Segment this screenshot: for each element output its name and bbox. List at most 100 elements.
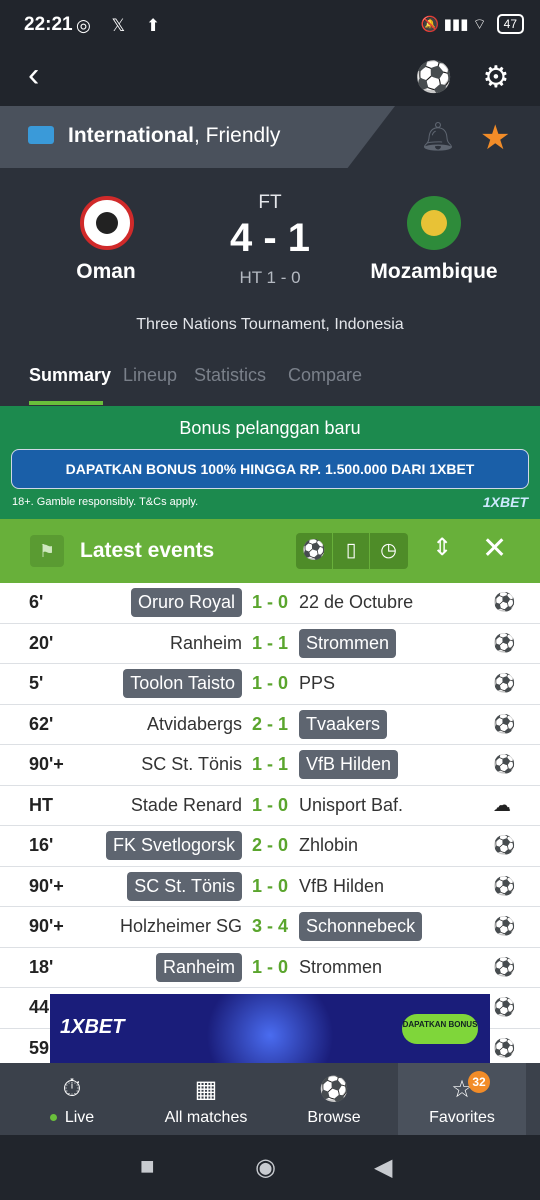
latest-events-title: Latest events (80, 539, 215, 562)
notification-icons: ◎ 𝕏 ⬆ (76, 16, 169, 35)
tab-statistics[interactable]: Statistics (194, 365, 266, 386)
tab-summary[interactable]: Summary (29, 365, 111, 386)
event-home-team: Oruro Royal (130, 588, 242, 617)
tab-compare[interactable]: Compare (288, 365, 362, 386)
event-filter-group: ⚽ ▯ ◷ (296, 533, 408, 569)
event-minute: 20' (29, 632, 54, 653)
away-team-logo[interactable] (407, 196, 461, 250)
event-minute: 18' (29, 956, 54, 977)
ad-brand-logo: 1XBET (60, 1016, 125, 1038)
event-row[interactable]: 90'+ Holzheimer SG 3 - 4 Schonnebeck ⚽ (0, 907, 540, 948)
ball-icon: ⚽ (493, 713, 516, 734)
event-row[interactable]: 5' Toolon Taisto 1 - 0 PPS ⚽ (0, 664, 540, 705)
event-home-team: Toolon Taisto (123, 669, 242, 698)
ball-icon: ⚽ (493, 754, 516, 774)
league-name[interactable]: International, Friendly (68, 124, 280, 148)
event-score: 2 - 0 (251, 835, 289, 855)
nav-favorites[interactable]: ☆ Favorites 32 (398, 1063, 526, 1135)
star-icon[interactable]: ★ (480, 118, 510, 158)
nav-browse[interactable]: ⚽ Browse (270, 1063, 398, 1135)
event-row[interactable]: 90'+ SC St. Tönis 1 - 1 VfB Hilden ⚽ (0, 745, 540, 786)
promo-disclaimer: 18+. Gamble responsibly. T&Cs apply. (12, 496, 199, 508)
event-away-team: Zhlobin (299, 835, 359, 855)
match-header: Oman FT 4 - 1 HT 1 - 0 Mozambique Three … (0, 168, 540, 343)
ball-icon: ⚽ (319, 1076, 349, 1103)
ball-icon: ⚽ (493, 916, 516, 936)
event-minute: HT (29, 794, 53, 815)
event-away-team: VfB Hilden (299, 875, 385, 896)
back-arrow-icon[interactable]: ‹ (28, 56, 39, 95)
event-home-team: Stade Renard (130, 794, 242, 815)
event-minute: 90'+ (29, 875, 64, 896)
promo-bonus-button[interactable]: DAPATKAN BONUS 100% HINGGA RP. 1.500.000… (11, 449, 529, 489)
stopwatch-icon: ⏱ (62, 1075, 82, 1102)
time-filter-icon[interactable]: ◷ (370, 533, 407, 569)
event-minute: 6' (29, 592, 44, 612)
ball-icon: ⚽ (493, 997, 516, 1017)
goals-filter-icon[interactable]: ⚽ (296, 533, 333, 569)
tab-lineup[interactable]: Lineup (123, 365, 177, 386)
back-icon[interactable]: ◀ (374, 1153, 392, 1182)
event-row[interactable]: 90'+ SC St. Tönis 1 - 0 VfB Hilden ⚽ (0, 867, 540, 907)
globe-flag-icon (28, 126, 54, 144)
event-row[interactable]: 62' Atvidabergs 2 - 1 Tvaakers ⚽ (0, 705, 540, 745)
nav-all-matches[interactable]: ▦ All matches (142, 1063, 270, 1135)
league-header: International, Friendly 🔔︎ ★ (0, 106, 540, 168)
bell-icon[interactable]: 🔔︎ (420, 120, 456, 153)
event-score: 1 - 0 (251, 673, 289, 693)
status-bar: 22:21 ◎ 𝕏 ⬆ 🔕 ▮▮▮ ⌔ 47 (0, 0, 540, 50)
events-list: 6' Oruro Royal 1 - 0 22 de Octubre ⚽ 20' Ranhe… (0, 583, 540, 1063)
event-away-team: VfB Hilden (299, 750, 399, 779)
gear-icon[interactable]: ⚙ (476, 58, 516, 98)
nav-all-matches-label: All matches (164, 1109, 248, 1126)
away-team-name[interactable]: Mozambique (334, 260, 534, 284)
live-dot (49, 1114, 57, 1122)
event-row[interactable]: 18' Ranheim 1 - 0 Strommen ⚽ (0, 948, 540, 988)
event-away-team: Tvaakers (299, 709, 388, 739)
event-score: 3 - 4 (251, 916, 289, 936)
nav-live-label: Live (64, 1109, 95, 1126)
event-away-team: 22 de Octubre (299, 592, 414, 612)
event-away-team: Strommen (299, 956, 383, 977)
event-minute: 90'+ (29, 916, 64, 936)
close-icon[interactable]: ✕ (482, 531, 507, 566)
toolbar: ‹ ⚽ ⚙ (0, 50, 540, 106)
nav-browse-label: Browse (307, 1109, 361, 1126)
event-home-team: Holzheimer SG (119, 916, 242, 936)
event-row[interactable]: 6' Oruro Royal 1 - 0 22 de Octubre ⚽ (0, 583, 540, 624)
event-row[interactable]: 16' FK Svetlogorsk 2 - 0 Zhlobin ⚽ (0, 826, 540, 867)
home-icon[interactable]: ◉ (255, 1153, 276, 1182)
event-home-team: Ranheim (155, 952, 242, 982)
ball-icon: ⚽ (493, 875, 516, 896)
nav-live[interactable]: ⏱ Live (8, 1063, 136, 1135)
promo-banner[interactable]: Bonus pelanggan baru DAPATKAN BONUS 100%… (0, 406, 540, 519)
battery-icon: 47 (496, 14, 524, 34)
ad-player-graphic (190, 994, 350, 1063)
league-subtitle: , Friendly (194, 124, 281, 147)
event-row[interactable]: HT Stade Renard 1 - 0 Unisport Baf. ☁ (0, 786, 540, 826)
event-minute: 59 (29, 1037, 50, 1058)
recents-icon[interactable]: ■ (140, 1153, 155, 1181)
ad-banner[interactable]: 1XBET DAPATKAN BONUS (50, 994, 490, 1063)
expand-icon[interactable]: ⇕ (432, 533, 452, 562)
favorites-count-badge: 32 (468, 1071, 490, 1093)
nav-favorites-label: Favorites (429, 1109, 495, 1126)
event-home-team: SC St. Tönis (141, 754, 242, 774)
ball-icon: ⚽ (493, 592, 516, 612)
system-status-icons: 🔕 ▮▮▮ ⌔ 47 (421, 14, 524, 34)
event-minute: 16' (29, 835, 54, 855)
ball-icon: ⚽ (493, 835, 516, 855)
event-minute: 62' (29, 713, 54, 734)
ball-icon: ⚽ (493, 673, 516, 693)
cards-filter-icon[interactable]: ▯ (333, 533, 370, 569)
event-minute: 44 (29, 997, 50, 1017)
event-score: 1 - 0 (251, 794, 289, 815)
event-minute: 90'+ (29, 754, 64, 774)
event-row[interactable]: 20' Ranheim 1 - 1 Strommen ⚽ (0, 624, 540, 664)
event-score: 1 - 0 (251, 592, 289, 612)
system-navigation-bar: ■ ◉ ◀ (0, 1135, 540, 1200)
ball-info-icon[interactable]: ⚽ (414, 58, 454, 98)
ad-cta-button[interactable]: DAPATKAN BONUS (402, 1014, 478, 1044)
signal-wifi-icons: 🔕 ▮▮▮ ⌔ (420, 15, 487, 33)
event-away-team: PPS (299, 673, 336, 693)
